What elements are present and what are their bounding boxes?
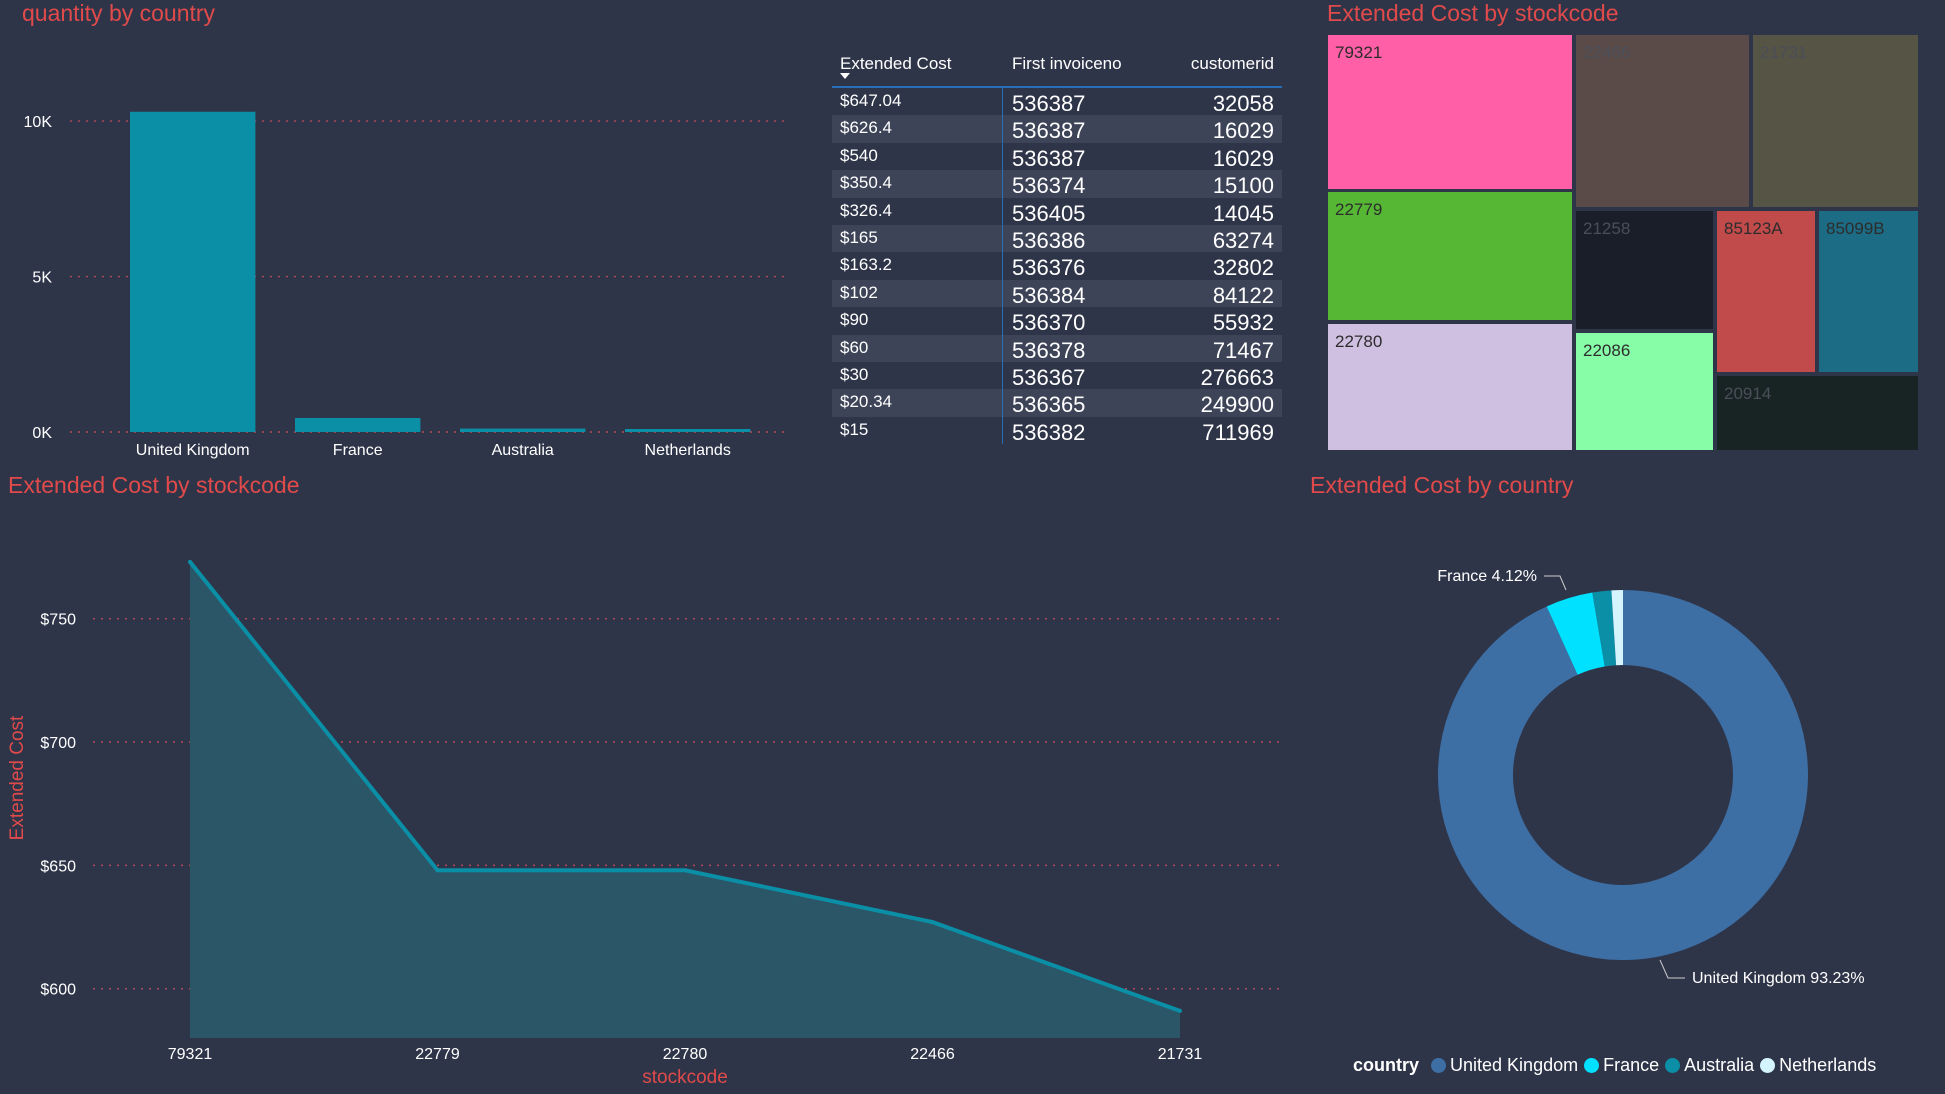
legend-items: United Kingdom France Australia Netherlands (1431, 1055, 1882, 1076)
legend-label: Australia (1684, 1055, 1755, 1075)
legend-item[interactable]: Netherlands (1760, 1055, 1876, 1076)
legend-title: country (1353, 1055, 1420, 1075)
donut-data-label: France 4.12% (1437, 568, 1537, 585)
legend-dot-icon (1584, 1058, 1600, 1073)
donut-leader-line (1659, 959, 1685, 979)
legend-dot-icon (1431, 1058, 1447, 1073)
donut-data-label: United Kingdom 93.23% (1692, 970, 1865, 987)
legend-dot-icon (1665, 1058, 1681, 1073)
legend-label: France (1603, 1055, 1660, 1075)
legend-label: United Kingdom (1450, 1055, 1579, 1075)
donut-chart: United Kingdom 93.23% France 4.12% (1437, 568, 1865, 987)
legend-dot-icon (1760, 1058, 1776, 1073)
legend-item[interactable]: Australia (1665, 1055, 1754, 1076)
legend-item[interactable]: United Kingdom (1431, 1055, 1578, 1076)
legend-item[interactable]: France (1584, 1055, 1659, 1076)
donut-slice[interactable] (1438, 590, 1809, 960)
legend-label: Netherlands (1779, 1055, 1877, 1075)
donut-leader-line (1544, 575, 1567, 591)
donut-legend: country United Kingdom France Australia Net… (1353, 1055, 1882, 1076)
